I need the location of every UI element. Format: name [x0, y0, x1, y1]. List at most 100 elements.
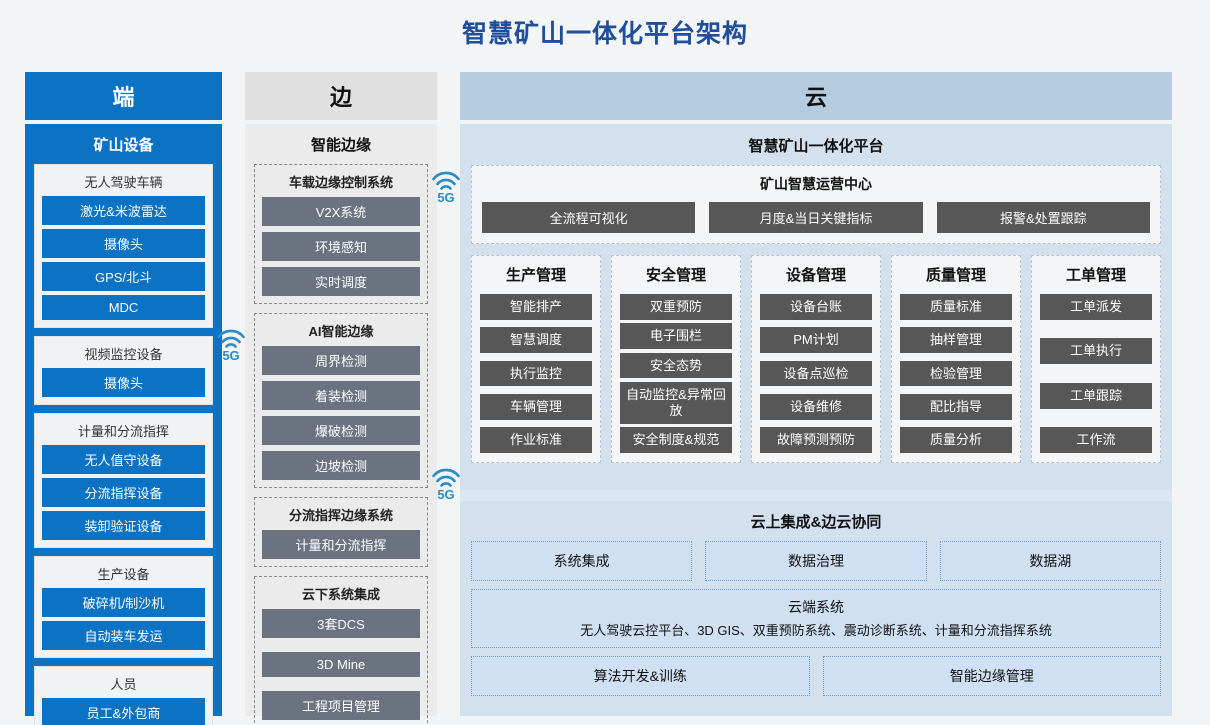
device-item[interactable]: MDC	[42, 295, 205, 320]
cloud-integration-block: 云上集成&边云协同 系统集成 数据治理 数据湖 云端系统 无人驾驶云控平台、3D…	[460, 501, 1172, 716]
mgmt-item[interactable]: PM计划	[760, 327, 872, 354]
mgmt-item[interactable]: 质量标准	[900, 294, 1012, 320]
device-item[interactable]: 摄像头	[42, 368, 205, 397]
operations-center-title: 矿山智慧运营中心	[760, 176, 872, 192]
column-header-device: 端	[25, 72, 222, 120]
edge-item[interactable]: 边坡检测	[262, 451, 420, 480]
device-item[interactable]: 员工&外包商	[42, 698, 205, 725]
management-columns: 生产管理 智能排产 智慧调度 执行监控 车辆管理 作业标准 安全管理 双重预防 …	[471, 255, 1161, 463]
mgmt-column-title: 生产管理	[505, 267, 566, 284]
mgmt-item[interactable]: 工单跟踪	[1040, 382, 1152, 409]
device-group-title: 计量和分流指挥	[77, 424, 169, 439]
mgmt-item[interactable]: 设备台账	[760, 294, 872, 320]
integration-item[interactable]: 数据湖	[939, 541, 1161, 581]
column-header-edge: 边	[245, 72, 437, 120]
mgmt-column-workorder: 工单管理 工单派发 工单执行 工单跟踪 工作流	[1031, 255, 1161, 463]
mgmt-item[interactable]: 检验管理	[900, 360, 1012, 387]
device-item[interactable]: 破碎机/制沙机	[42, 588, 205, 617]
integration-item[interactable]: 算法开发&训练	[471, 656, 810, 696]
device-item[interactable]: 激光&米波雷达	[42, 196, 205, 225]
mgmt-item[interactable]: 工单派发	[1040, 294, 1152, 320]
integration-item[interactable]: 系统集成	[471, 541, 693, 581]
edge-group-title: 分流指挥边缘系统	[288, 508, 393, 523]
panel-device: 矿山设备 无人驾驶车辆 激光&米波雷达 摄像头 GPS/北斗 MDC 视频监控设…	[25, 124, 222, 725]
mgmt-item[interactable]: 设备维修	[760, 393, 872, 420]
mgmt-item[interactable]: 智慧调度	[480, 327, 592, 354]
ops-item[interactable]: 全流程可视化	[482, 202, 696, 233]
architecture-diagram: 智慧矿山一体化平台架构 端 矿山设备 无人驾驶车辆 激光&米波雷达 摄像头 GP…	[0, 0, 1210, 725]
operations-center: 矿山智慧运营中心 全流程可视化 月度&当日关键指标 报警&处置跟踪	[471, 165, 1161, 244]
edge-item[interactable]: 环境感知	[262, 232, 420, 261]
edge-group-title: 云下系统集成	[301, 587, 380, 602]
column-header-device-label: 端	[112, 85, 135, 110]
device-group-autonomous-vehicle: 无人驾驶车辆 激光&米波雷达 摄像头 GPS/北斗 MDC	[34, 164, 213, 328]
device-group-video-surveillance: 视频监控设备 摄像头	[34, 336, 213, 405]
mgmt-item[interactable]: 双重预防	[620, 294, 732, 320]
integration-top-row: 系统集成 数据治理 数据湖	[471, 541, 1161, 581]
cloud-integration-title: 云上集成&边云协同	[750, 514, 882, 531]
fiveg-connector-icon: 5G	[429, 465, 463, 507]
ops-item[interactable]: 报警&处置跟踪	[936, 202, 1150, 233]
device-group-production-equipment: 生产设备 破碎机/制沙机 自动装车发运	[34, 556, 213, 658]
edge-item[interactable]: 计量和分流指挥	[262, 530, 420, 559]
mgmt-column-title: 安全管理	[645, 267, 706, 284]
mgmt-column-equipment: 设备管理 设备台账 PM计划 设备点巡检 设备维修 故障预测预防	[751, 255, 881, 463]
integration-item[interactable]: 数据治理	[705, 541, 927, 581]
cloud-system-title: 云端系统	[788, 599, 844, 615]
edge-item[interactable]: 3套DCS	[262, 609, 420, 638]
mgmt-item[interactable]: 安全态势	[620, 352, 732, 379]
panel-edge-title: 智能边缘	[310, 137, 371, 154]
cloud-platform-block: 智慧矿山一体化平台 矿山智慧运营中心 全流程可视化 月度&当日关键指标 报警&处…	[460, 124, 1172, 490]
edge-group-dispatch-edge: 分流指挥边缘系统 计量和分流指挥	[254, 497, 428, 567]
device-item[interactable]: 装卸验证设备	[42, 511, 205, 540]
device-item[interactable]: 摄像头	[42, 229, 205, 258]
edge-item[interactable]: 工程项目管理	[262, 691, 420, 720]
edge-item[interactable]: 着装检测	[262, 381, 420, 410]
device-item[interactable]: 自动装车发运	[42, 621, 205, 650]
edge-item[interactable]: 实时调度	[262, 267, 420, 296]
mgmt-item[interactable]: 智能排产	[480, 294, 592, 320]
mgmt-column-safety: 安全管理 双重预防 电子围栏 安全态势 自动监控&异常回放 安全制度&规范	[611, 255, 741, 463]
mgmt-item[interactable]: 配比指导	[900, 393, 1012, 420]
panel-device-title: 矿山设备	[93, 137, 154, 154]
edge-item[interactable]: 3D Mine	[262, 652, 420, 677]
device-item[interactable]: 无人值守设备	[42, 445, 205, 474]
edge-group-ai-edge: AI智能边缘 周界检测 着装检测 爆破检测 边坡检测	[254, 313, 428, 488]
operations-center-items: 全流程可视化 月度&当日关键指标 报警&处置跟踪	[482, 202, 1150, 233]
mgmt-item[interactable]: 电子围栏	[620, 323, 732, 350]
mgmt-column-title: 质量管理	[925, 267, 986, 284]
panel-edge: 智能边缘 车载边缘控制系统 V2X系统 环境感知 实时调度 AI智能边缘 周界检…	[245, 124, 437, 725]
device-group-title: 视频监控设备	[84, 347, 163, 362]
device-group-title: 人员	[110, 677, 137, 692]
mgmt-item[interactable]: 安全制度&规范	[620, 427, 732, 453]
edge-group-vehicle-control: 车载边缘控制系统 V2X系统 环境感知 实时调度	[254, 164, 428, 304]
mgmt-column-title: 设备管理	[785, 267, 846, 284]
mgmt-item[interactable]: 质量分析	[900, 427, 1012, 453]
device-group-title: 无人驾驶车辆	[84, 175, 163, 190]
mgmt-column-title: 工单管理	[1065, 267, 1126, 284]
mgmt-item[interactable]: 工单执行	[1040, 338, 1152, 365]
mgmt-item[interactable]: 故障预测预防	[760, 427, 872, 453]
device-item[interactable]: GPS/北斗	[42, 262, 205, 291]
mgmt-item[interactable]: 自动监控&异常回放	[620, 381, 732, 424]
edge-group-title: AI智能边缘	[308, 324, 374, 339]
mgmt-item[interactable]: 车辆管理	[480, 393, 592, 420]
fiveg-label: 5G	[437, 487, 455, 502]
edge-item[interactable]: 周界检测	[262, 346, 420, 375]
mgmt-column-production: 生产管理 智能排产 智慧调度 执行监控 车辆管理 作业标准	[471, 255, 601, 463]
integration-item[interactable]: 智能边缘管理	[822, 656, 1161, 696]
mgmt-item[interactable]: 工作流	[1040, 427, 1152, 453]
mgmt-column-quality: 质量管理 质量标准 抽样管理 检验管理 配比指导 质量分析	[891, 255, 1021, 463]
device-item[interactable]: 分流指挥设备	[42, 478, 205, 507]
fiveg-connector-icon: 5G	[214, 326, 248, 368]
edge-item[interactable]: 爆破检测	[262, 416, 420, 445]
mgmt-item[interactable]: 作业标准	[480, 427, 592, 453]
fiveg-connector-icon: 5G	[429, 168, 463, 210]
mgmt-item[interactable]: 抽样管理	[900, 327, 1012, 354]
mgmt-item[interactable]: 执行监控	[480, 360, 592, 387]
edge-item[interactable]: V2X系统	[262, 197, 420, 226]
ops-item[interactable]: 月度&当日关键指标	[709, 202, 923, 233]
column-header-cloud: 云	[460, 72, 1172, 120]
mgmt-item[interactable]: 设备点巡检	[760, 360, 872, 387]
cloud-system-box[interactable]: 云端系统 无人驾驶云控平台、3D GIS、双重预防系统、震动诊断系统、计量和分流…	[471, 589, 1161, 648]
